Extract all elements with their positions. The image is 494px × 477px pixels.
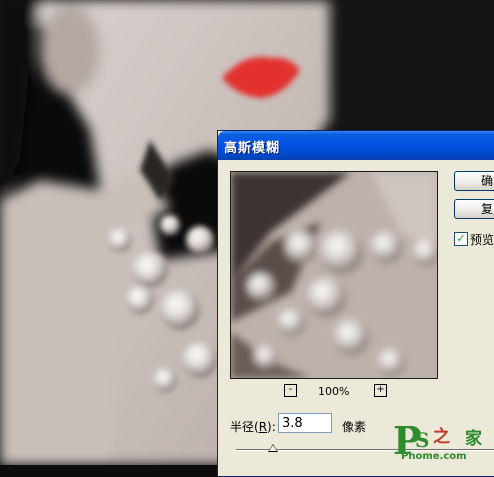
radius-slider-thumb[interactable] bbox=[268, 444, 278, 452]
radius-label-suffix: ): bbox=[267, 420, 276, 434]
preview-checkbox[interactable]: ✓ bbox=[454, 232, 468, 246]
preview-label: 预览 bbox=[470, 233, 494, 247]
radius-unit-label: 像素 bbox=[342, 420, 367, 434]
site-watermark-logo: P S 之 家 Phome.com bbox=[393, 418, 494, 465]
radius-hotkey: R bbox=[258, 420, 268, 434]
watermark-jia: 家 bbox=[465, 429, 482, 449]
radius-label-prefix: 半径( bbox=[230, 420, 259, 434]
watermark-s: S bbox=[415, 428, 430, 452]
zoom-level: 100% bbox=[318, 385, 350, 398]
radius-input[interactable]: 3.8 bbox=[278, 413, 332, 433]
radius-label: 半径(R): bbox=[230, 418, 276, 435]
watermark-zhi: 之 bbox=[433, 427, 450, 447]
dialog-title: 高斯模糊 bbox=[224, 141, 281, 156]
watermark-domain: Phome.com bbox=[401, 451, 467, 462]
preview-image[interactable] bbox=[230, 171, 438, 379]
title-bar[interactable]: 高斯模糊 bbox=[218, 131, 494, 160]
ok-button[interactable]: 确 bbox=[454, 171, 494, 191]
zoom-out-button[interactable]: - bbox=[284, 384, 297, 397]
zoom-in-button[interactable]: + bbox=[374, 384, 387, 397]
reset-button[interactable]: 复 bbox=[454, 199, 494, 219]
